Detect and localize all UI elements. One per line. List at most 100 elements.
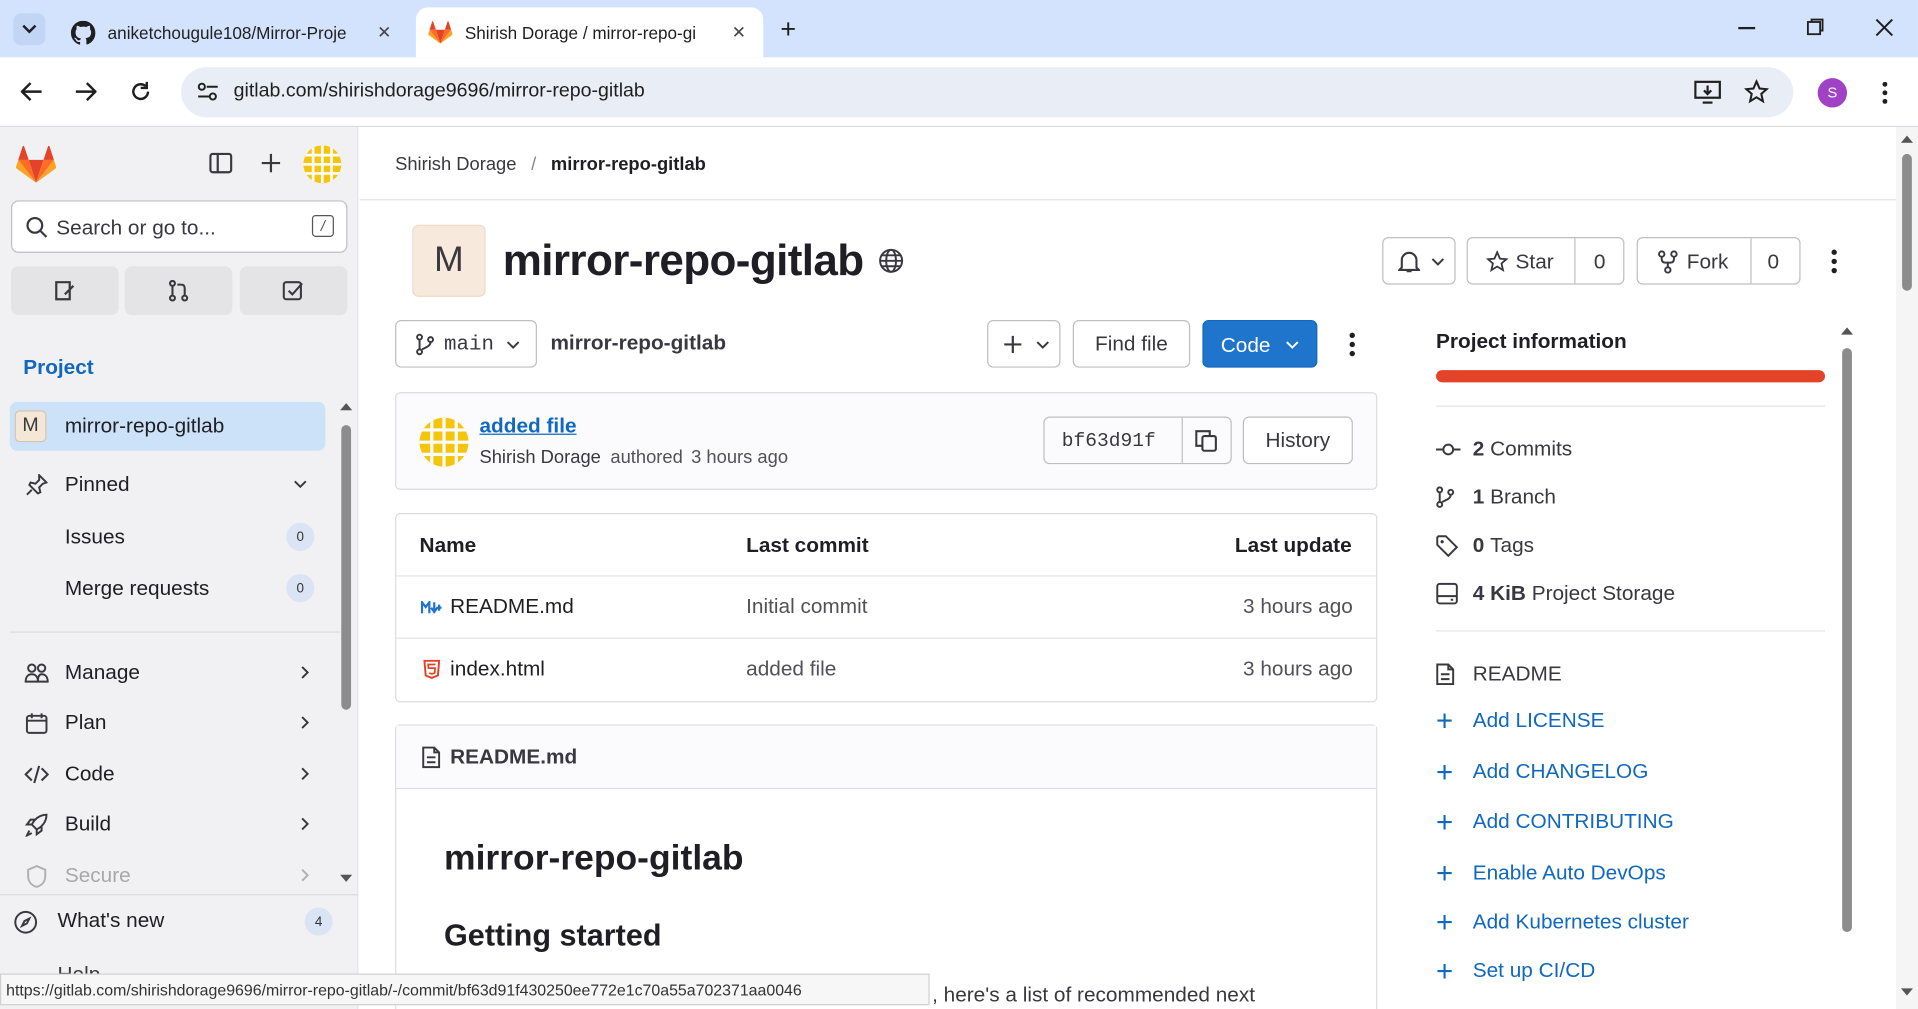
sidebar-scrollbar[interactable]: [340, 401, 353, 890]
scroll-down-arrow-icon[interactable]: [1900, 988, 1914, 997]
file-commit-link[interactable]: Initial commit: [746, 595, 867, 619]
storage-stat[interactable]: 4 KiB Project Storage: [1436, 581, 1675, 605]
history-button[interactable]: History: [1242, 416, 1353, 465]
fork-button[interactable]: Fork 0: [1636, 236, 1801, 285]
branches-stat[interactable]: 1 Branch: [1436, 485, 1556, 509]
link-label: Add CONTRIBUTING: [1472, 809, 1674, 834]
fork-label: Fork: [1686, 250, 1729, 274]
readme-link-label: README: [1472, 662, 1562, 686]
column-header-last-commit: Last commit: [746, 533, 869, 558]
scroll-down-arrow-icon[interactable]: [340, 874, 353, 884]
add-contributing-link[interactable]: + Add CONTRIBUTING: [1436, 807, 1674, 836]
issues-shortcut-button[interactable]: [11, 266, 119, 316]
browser-menu-icon[interactable]: [1882, 81, 1888, 104]
scroll-up-arrow-icon[interactable]: [1840, 326, 1854, 335]
sidebar-item-code[interactable]: Code: [10, 750, 326, 799]
link-label: Set up CI/CD: [1472, 958, 1596, 983]
repo-path[interactable]: mirror-repo-gitlab: [550, 331, 726, 355]
scroll-up-arrow-icon[interactable]: [340, 402, 353, 411]
merge-requests-shortcut-button[interactable]: [124, 266, 233, 316]
sidebar-item-pinned[interactable]: Pinned: [10, 461, 326, 510]
close-tab-icon[interactable]: ✕: [732, 22, 746, 43]
star-button[interactable]: Star 0: [1466, 236, 1625, 285]
profile-avatar[interactable]: S: [1817, 78, 1848, 108]
sidebar-item-merge-requests[interactable]: Merge requests: [65, 577, 209, 601]
sidebar-item-manage[interactable]: Manage: [10, 649, 326, 698]
gitlab-logo-icon[interactable]: [16, 145, 57, 183]
search-input[interactable]: Search or go to... /: [11, 200, 348, 253]
column-header-name: Name: [419, 533, 477, 558]
browser-tab-github[interactable]: aniketchougule108/Mirror-Proje ✕: [59, 7, 409, 57]
scroll-up-arrow-icon[interactable]: [1900, 134, 1914, 143]
branch-name: main: [444, 333, 494, 357]
close-tab-icon[interactable]: ✕: [377, 22, 391, 43]
table-row[interactable]: index.html added file 3 hours ago: [396, 637, 1378, 700]
fork-count[interactable]: 0: [1768, 250, 1780, 274]
language-bar-fill: [1436, 370, 1826, 383]
scrollbar-thumb[interactable]: [1902, 153, 1912, 291]
forward-icon[interactable]: [75, 82, 97, 102]
readme-link[interactable]: README: [1436, 662, 1562, 686]
scrollbar-thumb[interactable]: [341, 425, 352, 710]
new-tab-icon[interactable]: +: [780, 13, 796, 45]
info-panel-scrollbar[interactable]: [1840, 326, 1854, 937]
find-file-button[interactable]: Find file: [1072, 320, 1191, 368]
commit-message-link[interactable]: added file: [479, 414, 576, 438]
create-new-icon[interactable]: [261, 153, 282, 174]
sidebar-item-secure[interactable]: Secure: [10, 851, 326, 900]
commit-sha-group: bf63d91f: [1043, 416, 1232, 465]
install-app-icon[interactable]: [1694, 79, 1721, 104]
readme-file-label[interactable]: README.md: [450, 745, 577, 769]
sidebar-item-issues[interactable]: Issues: [65, 525, 125, 549]
setup-cicd-link[interactable]: + Set up CI/CD: [1436, 956, 1596, 985]
code-icon: [24, 765, 49, 784]
notification-button[interactable]: [1382, 236, 1456, 285]
add-kubernetes-cluster-link[interactable]: + Add Kubernetes cluster: [1436, 908, 1689, 937]
markdown-icon: [420, 600, 442, 614]
sidebar-item-plan[interactable]: Plan: [10, 699, 326, 748]
sidebar-item-project[interactable]: M mirror-repo-gitlab: [9, 401, 326, 451]
repo-more-icon[interactable]: [1349, 332, 1355, 357]
todo-shortcut-button[interactable]: [239, 266, 348, 316]
add-to-tree-button[interactable]: [987, 320, 1061, 368]
commit-sha[interactable]: bf63d91f: [1062, 430, 1156, 452]
pin-icon: [26, 473, 48, 496]
commits-stat[interactable]: 2 Commits: [1436, 437, 1572, 461]
file-name-link[interactable]: README.md: [450, 595, 574, 619]
address-bar[interactable]: gitlab.com/shirishdorage9696/mirror-repo…: [181, 67, 1794, 118]
sidebar-item-whats-new[interactable]: What's new 4: [0, 897, 355, 946]
add-changelog-link[interactable]: + Add CHANGELOG: [1436, 757, 1648, 786]
star-count[interactable]: 0: [1594, 250, 1606, 274]
code-dropdown-button[interactable]: Code: [1202, 320, 1318, 368]
reload-icon[interactable]: [130, 81, 152, 103]
readme-heading: mirror-repo-gitlab: [444, 839, 744, 879]
bookmark-star-icon[interactable]: [1744, 79, 1769, 104]
sidebar-toggle-icon[interactable]: [209, 152, 233, 174]
add-license-link[interactable]: + Add LICENSE: [1436, 706, 1604, 735]
breadcrumb-owner[interactable]: Shirish Dorage: [395, 154, 516, 175]
restore-icon[interactable]: [1806, 18, 1824, 36]
sidebar-project-name: mirror-repo-gitlab: [64, 414, 225, 438]
close-window-icon[interactable]: [1875, 18, 1893, 37]
more-actions-icon[interactable]: [1831, 249, 1837, 274]
enable-auto-devops-link[interactable]: + Enable Auto DevOps: [1436, 859, 1666, 888]
page-scrollbar[interactable]: [1895, 127, 1918, 1009]
file-name-link[interactable]: index.html: [450, 657, 545, 681]
copy-icon[interactable]: [1195, 429, 1217, 452]
minimize-icon[interactable]: [1738, 26, 1756, 30]
file-commit-link[interactable]: added file: [746, 657, 836, 681]
site-info-icon[interactable]: [197, 82, 219, 103]
scrollbar-thumb[interactable]: [1842, 348, 1852, 933]
tab-search-button[interactable]: [13, 13, 46, 46]
user-avatar[interactable]: [303, 145, 342, 184]
tags-stat[interactable]: 0 Tags: [1436, 534, 1534, 558]
commit-author[interactable]: Shirish Dorage: [479, 447, 600, 468]
browser-tab-gitlab[interactable]: Shirish Dorage / mirror-repo-gi ✕: [415, 7, 764, 58]
back-icon[interactable]: [20, 82, 43, 102]
table-row[interactable]: README.md Initial commit 3 hours ago: [396, 575, 1378, 637]
button-divider: [1181, 417, 1183, 463]
breadcrumb-project[interactable]: mirror-repo-gitlab: [551, 154, 706, 175]
branch-selector[interactable]: main: [395, 320, 537, 368]
sidebar-item-build[interactable]: Build: [10, 800, 326, 849]
commit-author-avatar[interactable]: [419, 417, 469, 467]
